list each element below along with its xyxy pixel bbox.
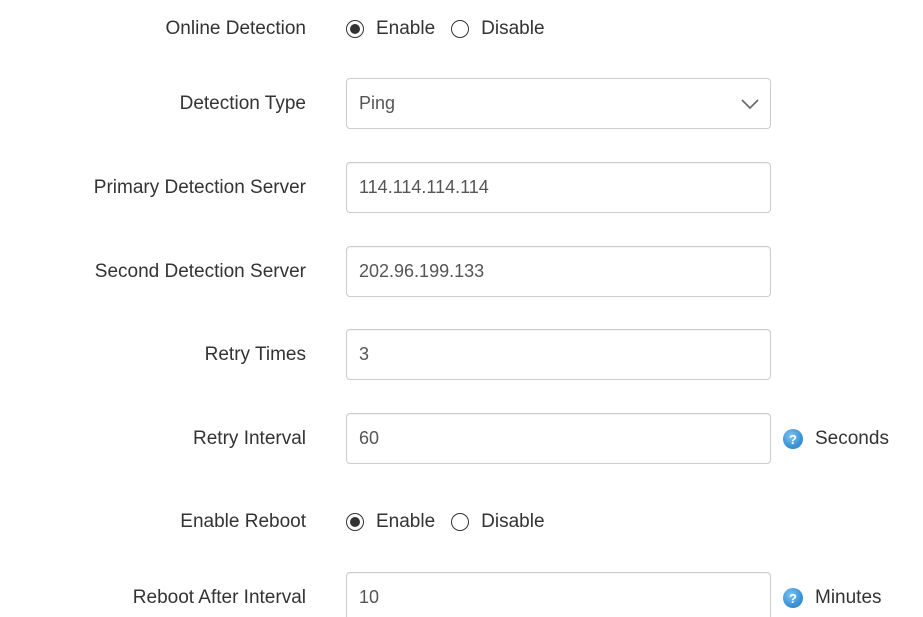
retry-interval-label: Retry Interval bbox=[193, 428, 306, 449]
enable-reboot-enable-option[interactable]: Enable bbox=[346, 511, 435, 533]
enable-reboot-disable-radio[interactable] bbox=[451, 513, 470, 531]
retry-interval-input[interactable] bbox=[346, 413, 771, 464]
detection-type-select[interactable]: Ping bbox=[346, 78, 771, 129]
online-detection-form: Online Detection Enable Disable Detectio… bbox=[0, 0, 923, 617]
retry-times-input[interactable] bbox=[346, 329, 771, 380]
enable-reboot-disable-label: Disable bbox=[481, 511, 545, 532]
detection-type-label: Detection Type bbox=[179, 93, 306, 114]
online-detection-enable-label: Enable bbox=[376, 18, 436, 39]
retry-interval-help: ? Seconds bbox=[783, 428, 889, 450]
primary-server-input[interactable] bbox=[346, 162, 771, 213]
primary-server-row: Primary Detection Server bbox=[0, 162, 923, 214]
reboot-interval-row: Reboot After Interval ? Minutes bbox=[0, 572, 923, 617]
reboot-interval-input[interactable] bbox=[346, 572, 771, 617]
question-circle-icon[interactable]: ? bbox=[783, 588, 803, 608]
enable-reboot-radio-group: Enable Disable bbox=[346, 511, 561, 533]
enable-reboot-label: Enable Reboot bbox=[180, 511, 306, 532]
primary-server-control bbox=[346, 162, 771, 214]
reboot-interval-help: ? Minutes bbox=[783, 587, 882, 609]
reboot-interval-control bbox=[346, 572, 771, 617]
second-server-label: Second Detection Server bbox=[94, 261, 306, 282]
enable-reboot-disable-option[interactable]: Disable bbox=[451, 511, 545, 533]
online-detection-label: Online Detection bbox=[165, 18, 306, 39]
online-detection-enable-radio[interactable] bbox=[346, 20, 364, 38]
online-detection-disable-label: Disable bbox=[481, 18, 545, 39]
primary-server-label: Primary Detection Server bbox=[93, 177, 306, 198]
second-server-control bbox=[346, 246, 771, 298]
retry-interval-row: Retry Interval ? Seconds bbox=[0, 413, 923, 465]
online-detection-disable-option[interactable]: Disable bbox=[451, 18, 545, 40]
retry-times-label: Retry Times bbox=[204, 344, 306, 365]
enable-reboot-enable-label: Enable bbox=[376, 511, 436, 532]
reboot-interval-label: Reboot After Interval bbox=[132, 587, 306, 608]
retry-interval-control bbox=[346, 413, 771, 465]
detection-type-value: Ping bbox=[346, 78, 771, 129]
reboot-interval-unit: Minutes bbox=[815, 587, 882, 608]
retry-times-control bbox=[346, 329, 771, 381]
online-detection-radio-group: Enable Disable bbox=[346, 18, 561, 40]
detection-type-control: Ping bbox=[346, 78, 771, 130]
chevron-down-icon bbox=[741, 98, 759, 109]
online-detection-row: Online Detection Enable Disable bbox=[0, 3, 923, 55]
online-detection-enable-option[interactable]: Enable bbox=[346, 18, 435, 40]
online-detection-disable-radio[interactable] bbox=[451, 20, 470, 38]
retry-times-row: Retry Times bbox=[0, 329, 923, 381]
retry-interval-unit: Seconds bbox=[815, 428, 889, 449]
enable-reboot-row: Enable Reboot Enable Disable bbox=[0, 496, 923, 548]
detection-type-row: Detection Type Ping bbox=[0, 78, 923, 130]
question-circle-icon[interactable]: ? bbox=[783, 429, 803, 449]
enable-reboot-enable-radio[interactable] bbox=[346, 513, 364, 531]
second-server-input[interactable] bbox=[346, 246, 771, 297]
second-server-row: Second Detection Server bbox=[0, 246, 923, 298]
